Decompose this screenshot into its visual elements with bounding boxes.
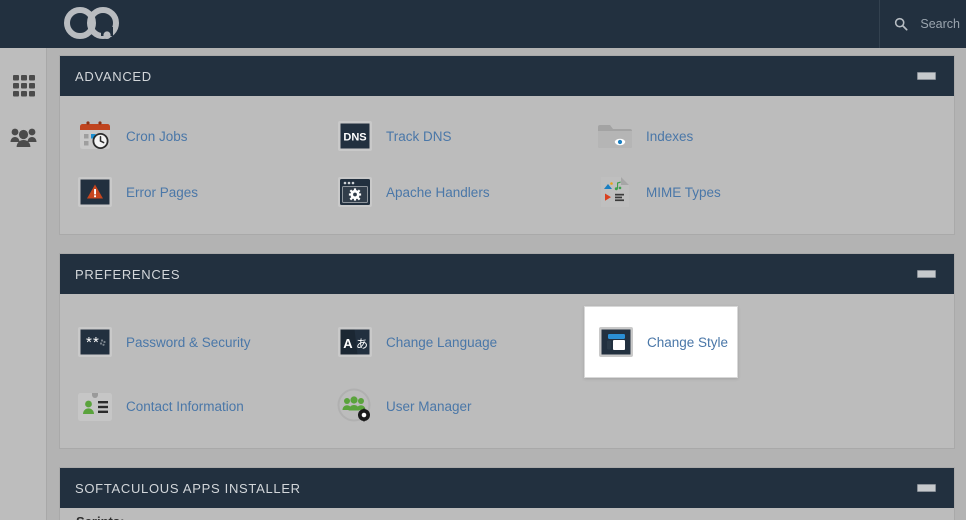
item-track-dns[interactable]: DNS Track DNS [336,108,580,164]
search-icon[interactable] [894,17,908,31]
main-content: ADVANCED Cron Jobs DNS Track DNS Indexes… [48,48,966,520]
panel-header-softaculous[interactable]: SOFTACULOUS APPS INSTALLER [60,468,954,508]
left-sidebar [0,48,47,520]
item-label: Contact Information [126,398,244,414]
cron-jobs-icon [76,117,114,155]
item-label: Change Language [386,334,498,350]
scripts-label: Scripts: [60,508,954,520]
search-area[interactable]: Search [879,0,966,48]
brand-logo[interactable] [63,7,125,41]
user-manager-icon [336,387,374,425]
panel-header-preferences[interactable]: PREFERENCES [60,254,954,294]
panel-title-softaculous: SOFTACULOUS APPS INSTALLER [75,480,301,496]
sidebar-item-apps[interactable] [0,60,47,112]
item-error-pages[interactable]: Error Pages [76,164,320,220]
svg-text:*: * [93,334,99,351]
collapse-toggle-softaculous[interactable] [917,484,936,492]
password-security-icon: * * [76,323,114,361]
item-row: Contact Information User Manager [60,378,954,434]
item-spacer [596,378,840,434]
track-dns-icon: DNS [336,117,374,155]
panel-advanced: ADVANCED Cron Jobs DNS Track DNS Indexes… [59,55,955,235]
item-change-language[interactable]: A あ Change Language [336,306,580,378]
item-change-style[interactable]: Change Style [584,306,738,378]
item-mime-types[interactable]: MIME Types [596,164,840,220]
top-bar: Search [0,0,966,48]
error-pages-icon [76,173,114,211]
item-row: Error Pages Apache Handlers MIME Types [60,164,954,220]
panel-title-preferences: PREFERENCES [75,266,181,282]
item-user-manager[interactable]: User Manager [336,378,580,434]
apache-handlers-icon [336,173,374,211]
item-cron-jobs[interactable]: Cron Jobs [76,108,320,164]
panel-softaculous: SOFTACULOUS APPS INSTALLER Scripts: ‹ W [59,467,955,520]
panel-title-advanced: ADVANCED [75,68,152,84]
panel-body-preferences: * * Password & Security A あ Change Langu… [60,294,954,448]
item-label: Password & Security [126,334,251,350]
item-apache-handlers[interactable]: Apache Handlers [336,164,580,220]
item-label: Error Pages [126,184,199,200]
item-label: Indexes [646,128,694,144]
svg-text:*: * [86,334,92,351]
panel-body-softaculous: Scripts: ‹ W [60,508,954,520]
mime-types-icon [596,173,634,211]
panel-body-advanced: Cron Jobs DNS Track DNS Indexes Error Pa… [60,96,954,234]
search-input-placeholder[interactable]: Search [920,17,960,31]
item-label: MIME Types [646,184,721,200]
svg-text:あ: あ [356,337,368,351]
change-style-icon [597,323,635,361]
item-label: Change Style [647,334,729,350]
sidebar-item-users[interactable] [0,112,47,164]
item-row: Cron Jobs DNS Track DNS Indexes [60,108,954,164]
change-language-icon: A あ [336,323,374,361]
panel-preferences: PREFERENCES * * Password & Security A あ … [59,253,955,449]
item-label: Apache Handlers [386,184,490,200]
contact-information-icon [76,387,114,425]
users-group-icon [10,128,37,147]
svg-text:DNS: DNS [343,132,366,144]
collapse-toggle-advanced[interactable] [917,72,936,80]
infinity-logo-icon [64,7,119,39]
apps-grid-icon [12,75,35,97]
item-contact-information[interactable]: Contact Information [76,378,320,434]
item-password-security[interactable]: * * Password & Security [76,306,320,378]
item-label: Track DNS [386,128,452,144]
panel-header-advanced[interactable]: ADVANCED [60,56,954,96]
svg-text:A: A [343,336,353,351]
item-label: User Manager [386,398,472,414]
item-row: * * Password & Security A あ Change Langu… [60,306,954,378]
collapse-toggle-preferences[interactable] [917,270,936,278]
item-indexes[interactable]: Indexes [596,108,840,164]
item-label: Cron Jobs [126,128,188,144]
indexes-icon [596,117,634,155]
